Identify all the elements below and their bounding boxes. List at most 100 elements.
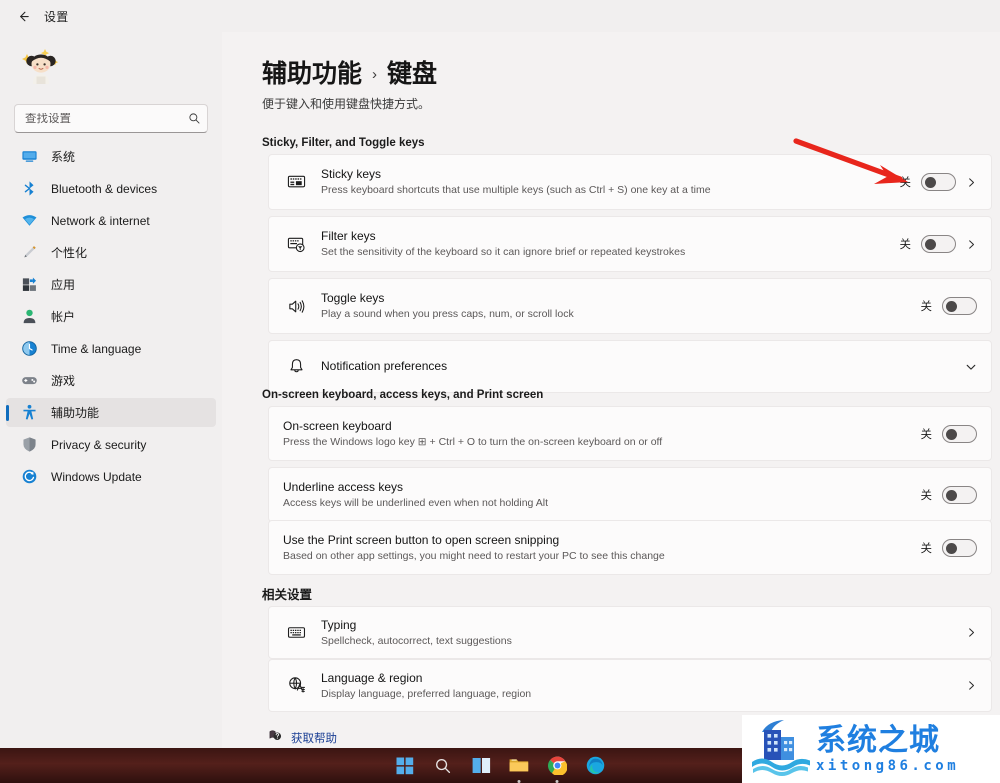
chevron-right-icon[interactable]: [966, 177, 977, 188]
row-filter-keys[interactable]: Filter keys Set the sensitivity of the k…: [269, 217, 991, 271]
windows-update-icon: [20, 468, 38, 486]
start-icon[interactable]: [393, 754, 417, 778]
row-controls: [966, 680, 977, 691]
sidebar-nav-list: 系统 Bluetooth & devices: [6, 142, 216, 494]
breadcrumb: 辅助功能 › 键盘: [262, 54, 437, 90]
taskbar-icons: [393, 754, 607, 778]
row-underline-access-keys[interactable]: Underline access keys Access keys will b…: [269, 468, 991, 521]
row-typing[interactable]: Typing Spellcheck, autocorrect, text sug…: [269, 607, 991, 658]
chevron-right-icon[interactable]: [966, 627, 977, 638]
row-text: Typing Spellcheck, autocorrect, text sug…: [321, 618, 966, 648]
sidebar-item-label: 系统: [51, 148, 75, 165]
row-controls: [965, 361, 977, 373]
card-toggle-keys[interactable]: Toggle keys Play a sound when you press …: [268, 278, 992, 334]
search-icon: [188, 112, 201, 125]
row-toggle-keys[interactable]: Toggle keys Play a sound when you press …: [269, 279, 991, 333]
row-title: On-screen keyboard: [283, 419, 921, 434]
main-content: 辅助功能 › 键盘 便于键入和使用键盘快捷方式。 Sticky, Filter,…: [222, 32, 1000, 783]
chevron-down-icon[interactable]: [965, 361, 977, 373]
row-description: Access keys will be underlined even when…: [283, 496, 921, 510]
row-sticky-keys[interactable]: Sticky keys Press keyboard shortcuts tha…: [269, 155, 991, 209]
row-title: Filter keys: [321, 229, 900, 244]
underline-access-keys-toggle[interactable]: [942, 486, 977, 504]
card-underline-access-keys[interactable]: Underline access keys Access keys will b…: [268, 467, 992, 522]
search-box[interactable]: [14, 104, 208, 133]
sidebar-item-network-internet[interactable]: Network & internet: [6, 206, 216, 235]
chrome-icon[interactable]: [545, 754, 569, 778]
sidebar-item-system[interactable]: 系统: [6, 142, 216, 171]
on-screen-keyboard-toggle[interactable]: [942, 425, 977, 443]
print-screen-toggle-state: 关: [921, 540, 933, 556]
sidebar-item-time-language[interactable]: Time & language: [6, 334, 216, 363]
toggle-keys-toggle[interactable]: [942, 297, 977, 315]
accessibility-icon: [20, 404, 38, 422]
row-text: On-screen keyboard Press the Windows log…: [283, 419, 921, 449]
row-description: Play a sound when you press caps, num, o…: [321, 307, 921, 321]
sidebar-item-label: Bluetooth & devices: [51, 182, 157, 196]
row-language-region[interactable]: Language & region Display language, pref…: [269, 660, 991, 711]
section-title-onscreen-keyboard: On-screen keyboard, access keys, and Pri…: [262, 389, 543, 401]
row-controls: 关: [921, 425, 978, 443]
chevron-right-icon[interactable]: [966, 680, 977, 691]
print-screen-toggle[interactable]: [942, 539, 977, 557]
sidebar-item-label: Privacy & security: [51, 438, 146, 452]
card-print-screen-snipping[interactable]: Use the Print screen button to open scre…: [268, 520, 992, 575]
row-description: Set the sensitivity of the keyboard so i…: [321, 245, 900, 259]
back-button[interactable]: [8, 3, 38, 29]
sidebar-item-bluetooth-devices[interactable]: Bluetooth & devices: [6, 174, 216, 203]
toggle-keys-toggle-state: 关: [921, 298, 933, 314]
avatar[interactable]: [18, 42, 64, 88]
row-text: Filter keys Set the sensitivity of the k…: [321, 229, 900, 259]
sidebar-item-personalization[interactable]: 个性化: [6, 238, 216, 267]
breadcrumb-current: 键盘: [387, 54, 437, 90]
gaming-icon: [20, 372, 38, 390]
card-typing[interactable]: Typing Spellcheck, autocorrect, text sug…: [268, 606, 992, 659]
card-sticky-keys[interactable]: Sticky keys Press keyboard shortcuts tha…: [268, 154, 992, 210]
row-title: Underline access keys: [283, 480, 921, 495]
row-print-screen-snipping[interactable]: Use the Print screen button to open scre…: [269, 521, 991, 574]
sticky-keys-toggle[interactable]: [921, 173, 956, 191]
row-title: Sticky keys: [321, 167, 900, 182]
row-controls: [966, 627, 977, 638]
card-language-region[interactable]: Language & region Display language, pref…: [268, 659, 992, 712]
breadcrumb-separator-icon: ›: [372, 66, 377, 83]
filter-keys-toggle[interactable]: [921, 235, 956, 253]
sidebar: 系统 Bluetooth & devices: [0, 32, 222, 783]
card-filter-keys[interactable]: Filter keys Set the sensitivity of the k…: [268, 216, 992, 272]
sidebar-item-accounts[interactable]: 帐户: [6, 302, 216, 331]
task-view-icon[interactable]: [469, 754, 493, 778]
sidebar-item-label: Windows Update: [51, 470, 142, 484]
system-icon: [20, 148, 38, 166]
sidebar-item-apps[interactable]: 应用: [6, 270, 216, 299]
row-controls: 关: [900, 173, 978, 191]
get-help-link[interactable]: 获取帮助: [268, 728, 337, 747]
sidebar-item-privacy-security[interactable]: Privacy & security: [6, 430, 216, 459]
row-text: Notification preferences: [321, 359, 965, 374]
row-on-screen-keyboard[interactable]: On-screen keyboard Press the Windows log…: [269, 407, 991, 460]
sidebar-item-accessibility[interactable]: 辅助功能: [6, 398, 216, 427]
watermark-text: 系统之城 xitong86.com: [816, 725, 959, 774]
sidebar-item-windows-update[interactable]: Windows Update: [6, 462, 216, 491]
chevron-right-icon[interactable]: [966, 239, 977, 250]
card-on-screen-keyboard[interactable]: On-screen keyboard Press the Windows log…: [268, 406, 992, 461]
title-bar: 设置: [0, 0, 1000, 32]
sidebar-item-label: 辅助功能: [51, 404, 99, 421]
card-notification-preferences[interactable]: Notification preferences: [268, 340, 992, 393]
search-icon[interactable]: [431, 754, 455, 778]
help-icon: [268, 728, 282, 747]
page-subtitle: 便于键入和使用键盘快捷方式。: [262, 95, 430, 112]
sidebar-item-label: 应用: [51, 276, 75, 293]
settings-window: 设置: [0, 0, 1000, 783]
section-title-related-settings: 相关设置: [262, 584, 312, 603]
underline-access-keys-toggle-state: 关: [921, 487, 933, 503]
sidebar-item-label: 个性化: [51, 244, 87, 261]
bell-icon: [283, 357, 309, 376]
row-notification-preferences[interactable]: Notification preferences: [269, 341, 991, 392]
bluetooth-icon: [20, 180, 38, 198]
sidebar-item-gaming[interactable]: 游戏: [6, 366, 216, 395]
edge-icon[interactable]: [583, 754, 607, 778]
file-explorer-icon[interactable]: [507, 754, 531, 778]
breadcrumb-parent[interactable]: 辅助功能: [262, 54, 362, 90]
sidebar-item-label: Network & internet: [51, 214, 150, 228]
search-input[interactable]: [25, 113, 188, 125]
